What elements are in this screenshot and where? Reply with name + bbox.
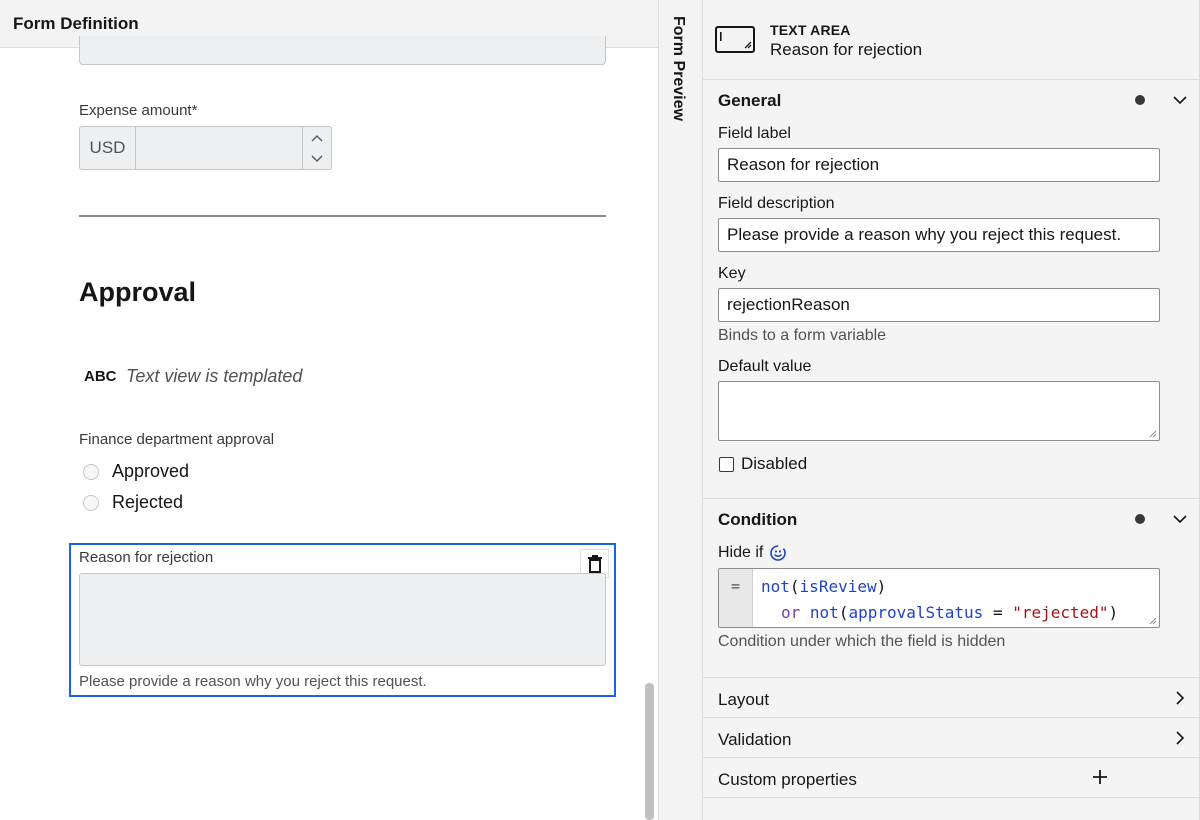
custom-properties-section-heading[interactable]: Custom properties — [718, 770, 857, 790]
disabled-label: Disabled — [741, 454, 808, 473]
text-view-label: Text view is templated — [126, 366, 303, 386]
radio-button[interactable] — [83, 463, 99, 480]
changed-indicator-dot — [1135, 95, 1145, 105]
number-stepper[interactable] — [302, 127, 331, 169]
resize-handle-icon[interactable] — [1149, 617, 1157, 625]
default-value-label: Default value — [718, 358, 812, 375]
section-divider — [703, 498, 1200, 499]
text-area-icon — [715, 26, 755, 53]
increment-button[interactable] — [303, 127, 331, 148]
radio-rejected[interactable]: Rejected — [83, 492, 183, 513]
field-type-subtitle: Reason for rejection — [770, 40, 923, 59]
rejection-reason-description: Please provide a reason why you reject t… — [79, 673, 427, 690]
scrollbar-thumb[interactable] — [645, 683, 654, 820]
chevron-down-icon[interactable] — [1172, 511, 1188, 527]
form-definition-title: Form Definition — [13, 14, 139, 33]
expression-gutter: = — [719, 569, 753, 627]
form-definition-pane — [0, 0, 658, 820]
chevron-right-icon[interactable] — [1172, 690, 1188, 706]
key-input[interactable]: rejectionReason — [718, 288, 1160, 322]
feel-expression-icon[interactable] — [769, 544, 787, 562]
radio-label: Rejected — [112, 492, 184, 512]
condition-section-heading[interactable]: Condition — [718, 510, 797, 530]
section-divider — [703, 677, 1200, 678]
changed-indicator-dot — [1135, 514, 1145, 524]
separator — [79, 215, 606, 217]
text-view-badge: ABC — [84, 368, 117, 385]
approval-heading: Approval — [79, 277, 197, 307]
field-label-label: Field label — [718, 125, 791, 142]
validation-section-heading[interactable]: Validation — [718, 730, 791, 750]
currency-prefix: USD — [80, 127, 136, 169]
chevron-down-icon — [311, 155, 323, 162]
chevron-down-icon[interactable] — [1172, 92, 1188, 108]
form-preview-tab-label: Form Preview — [670, 16, 687, 121]
hide-if-label: Hide if — [718, 544, 764, 561]
finance-approval-label: Finance department approval — [79, 431, 275, 448]
radio-approved[interactable]: Approved — [83, 461, 189, 482]
resize-handle-icon[interactable] — [1149, 430, 1157, 438]
key-help-text: Binds to a form variable — [718, 327, 887, 344]
disabled-checkbox[interactable] — [719, 457, 734, 472]
rejection-reason-label: Reason for rejection — [79, 549, 214, 566]
chevron-up-icon — [311, 134, 323, 141]
default-value-textarea[interactable] — [718, 381, 1160, 441]
rejection-reason-textarea[interactable] — [79, 573, 606, 666]
section-divider — [703, 797, 1200, 798]
expense-amount-field[interactable]: USD — [79, 126, 332, 170]
field-description-input[interactable]: Please provide a reason why you reject t… — [718, 218, 1160, 252]
layout-section-heading[interactable]: Layout — [718, 690, 769, 710]
radio-label: Approved — [112, 461, 190, 481]
condition-help-text: Condition under which the field is hidde… — [718, 633, 1006, 650]
section-divider — [703, 717, 1200, 718]
key-label: Key — [718, 265, 746, 282]
field-description-label: Field description — [718, 195, 835, 212]
chevron-right-icon[interactable] — [1172, 730, 1188, 746]
trash-icon — [587, 554, 602, 573]
section-divider — [703, 757, 1200, 758]
form-preview-tab[interactable] — [658, 0, 703, 820]
expression-line-1: not(isReview) — [761, 577, 887, 596]
add-icon[interactable] — [1092, 769, 1108, 785]
hide-if-expression-editor[interactable]: = not(isReview) or not(approvalStatus = … — [718, 568, 1160, 628]
previous-field-preview[interactable] — [79, 36, 606, 65]
decrement-button[interactable] — [303, 148, 331, 169]
radio-button[interactable] — [83, 494, 99, 511]
expense-amount-label: Expense amount* — [79, 102, 198, 119]
field-type-title: TEXT AREA — [770, 22, 851, 38]
general-section-heading[interactable]: General — [718, 91, 781, 111]
field-label-input[interactable]: Reason for rejection — [718, 148, 1160, 182]
expression-line-2: or not(approvalStatus = "rejected") — [781, 603, 1119, 622]
